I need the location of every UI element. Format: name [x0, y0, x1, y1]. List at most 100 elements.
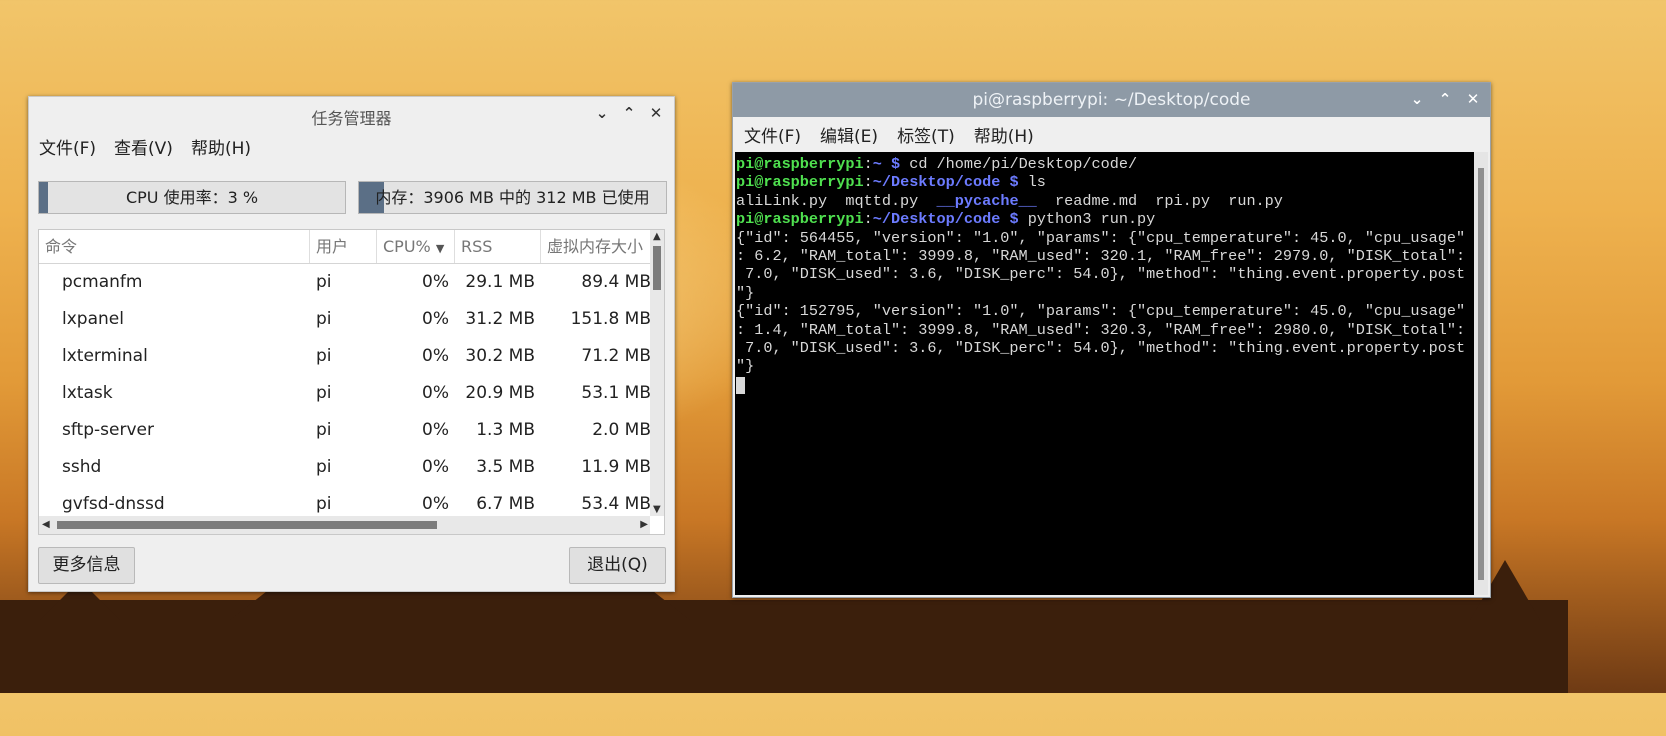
scroll-up-icon[interactable]: ▲ — [653, 231, 661, 242]
column-header-cpu[interactable]: CPU% ▼ — [377, 230, 455, 263]
process-command: lxterminal — [62, 346, 148, 366]
prompt-user: pi@raspberrypi — [736, 210, 864, 229]
prompt-command: python3 run.py — [1027, 210, 1156, 229]
prompt-symbol: $ — [881, 155, 910, 173]
scroll-down-icon[interactable]: ▼ — [653, 504, 661, 515]
process-vsz: 11.9 MB — [581, 457, 651, 477]
minimize-icon[interactable]: ⌄ — [592, 103, 612, 123]
prompt-command: cd /home/pi/Desktop/code/ — [909, 155, 1138, 173]
prompt-separator: : — [863, 173, 873, 192]
process-rss: 30.2 MB — [465, 346, 535, 366]
prompt-path: ~/Desktop/code — [872, 210, 1001, 229]
process-user: pi — [316, 383, 332, 403]
prompt-separator: : — [863, 155, 873, 173]
process-command: sftp-server — [62, 420, 154, 440]
process-user: pi — [316, 346, 332, 366]
terminal-line: pi@raspberrypi:~/Desktop/code $ python3 … — [736, 210, 1155, 228]
vertical-scrollbar[interactable]: ▲ ▼ — [650, 230, 664, 516]
process-vsz: 71.2 MB — [581, 346, 651, 366]
table-row[interactable]: lxtask pi 0% 20.9 MB 53.1 MB — [39, 375, 664, 412]
menu-help[interactable]: 帮助(H) — [974, 122, 1034, 147]
column-header-command[interactable]: 命令 — [39, 230, 310, 263]
memory-usage-bar: 内存：3906 MB 中的 312 MB 已使用 — [358, 181, 667, 214]
table-row[interactable]: lxterminal pi 0% 30.2 MB 71.2 MB — [39, 338, 664, 375]
vertical-scroll-thumb[interactable] — [653, 246, 661, 290]
process-vsz: 151.8 MB — [570, 309, 651, 329]
terminal-line: "} — [736, 357, 755, 376]
prompt-path: ~ — [872, 155, 882, 173]
terminal-line: {"id": 564455, "version": "1.0", "params… — [736, 228, 1466, 247]
close-icon[interactable]: ✕ — [646, 103, 666, 123]
process-vsz: 2.0 MB — [592, 420, 651, 440]
process-command: sshd — [62, 457, 102, 477]
terminal-line: pi@raspberrypi:~/Desktop/code $ ls — [736, 173, 1046, 191]
process-user: pi — [316, 272, 332, 292]
process-vsz: 89.4 MB — [581, 272, 651, 292]
table-row[interactable]: pcmanfm pi 0% 29.1 MB 89.4 MB — [39, 264, 664, 301]
terminal-line: : 6.2, "RAM_total": 3999.8, "RAM_used": … — [736, 247, 1466, 266]
menu-view[interactable]: 查看(V) — [114, 134, 173, 159]
cpu-usage-label: CPU 使用率：3 % — [125, 188, 259, 207]
menu-file[interactable]: 文件(F) — [744, 122, 801, 147]
terminal-scroll-thumb[interactable] — [1478, 168, 1484, 580]
table-row[interactable]: sshd pi 0% 3.5 MB 11.9 MB — [39, 449, 664, 486]
scroll-right-icon[interactable]: ▶ — [640, 519, 648, 530]
menu-tabs[interactable]: 标签(T) — [897, 122, 955, 147]
column-header-rss[interactable]: RSS — [455, 230, 541, 263]
prompt-user: pi@raspberrypi — [736, 155, 864, 173]
process-command: pcmanfm — [62, 272, 143, 292]
ls-entry: rpi.py — [1155, 191, 1210, 210]
process-command: lxpanel — [62, 309, 124, 329]
menu-help[interactable]: 帮助(H) — [191, 134, 251, 159]
terminal-line: {"id": 152795, "version": "1.0", "params… — [736, 302, 1466, 321]
terminal-line: "} — [736, 283, 755, 302]
quit-button[interactable]: 退出(Q) — [569, 547, 666, 584]
maximize-icon[interactable]: ⌃ — [619, 103, 639, 123]
process-cpu: 0% — [422, 383, 449, 403]
process-user: pi — [316, 420, 332, 440]
cpu-usage-bar: CPU 使用率：3 % — [38, 181, 346, 214]
more-info-button[interactable]: 更多信息 — [38, 547, 135, 584]
prompt-path: ~/Desktop/code — [872, 173, 1001, 192]
scroll-left-icon[interactable]: ◀ — [42, 519, 50, 530]
close-icon[interactable]: ✕ — [1463, 89, 1483, 109]
menu-edit[interactable]: 编辑(E) — [820, 122, 878, 147]
process-cpu: 0% — [422, 457, 449, 477]
horizontal-scroll-thumb[interactable] — [57, 521, 437, 529]
terminal-line: 7.0, "DISK_used": 3.6, "DISK_perc": 54.0… — [736, 339, 1466, 358]
cpu-usage-fill — [39, 182, 49, 213]
process-table: 命令 用户 CPU% ▼ RSS 虚拟内存大小 pcmanfm pi 0% 29.1 … — [38, 229, 665, 535]
table-row[interactable]: lxpanel pi 0% 31.2 MB 151.8 MB — [39, 301, 664, 338]
column-header-user[interactable]: 用户 — [310, 230, 377, 263]
minimize-icon[interactable]: ⌄ — [1407, 89, 1427, 109]
terminal-line: pi@raspberrypi:~ $ cd /home/pi/Desktop/c… — [736, 155, 1137, 173]
terminal-line: aliLink.py mqttd.py __pycache__ readme.m… — [736, 192, 1283, 210]
horizontal-scrollbar[interactable]: ◀ ▶ — [39, 516, 650, 534]
ls-entry: __pycache__ — [936, 191, 1037, 210]
prompt-symbol: $ — [1000, 210, 1028, 229]
process-user: pi — [316, 457, 332, 477]
process-rss: 3.5 MB — [476, 457, 535, 477]
ls-entry: aliLink.py — [736, 191, 828, 210]
memory-usage-label: 内存：3906 MB 中的 312 MB 已使用 — [375, 188, 650, 207]
title-bar[interactable]: 任务管理器 ⌄ ⌃ ✕ — [29, 97, 674, 131]
prompt-command: ls — [1027, 173, 1046, 192]
ls-entry: mqttd.py — [845, 191, 919, 210]
title-bar[interactable]: pi@raspberrypi: ~/Desktop/code ⌄ ⌃ ✕ — [733, 83, 1490, 117]
prompt-separator: : — [863, 210, 873, 229]
terminal-line: 7.0, "DISK_used": 3.6, "DISK_perc": 54.0… — [736, 265, 1466, 284]
process-command: lxtask — [62, 383, 113, 403]
menu-file[interactable]: 文件(F) — [39, 134, 96, 159]
maximize-icon[interactable]: ⌃ — [1435, 89, 1455, 109]
terminal-scrollbar[interactable] — [1474, 152, 1488, 595]
window-title: 任务管理器 — [311, 109, 392, 128]
process-cpu: 0% — [422, 309, 449, 329]
prompt-symbol: $ — [1000, 173, 1028, 192]
window-title: pi@raspberrypi: ~/Desktop/code — [972, 90, 1251, 110]
ls-entry: readme.md — [1055, 191, 1138, 210]
column-header-vsz[interactable]: 虚拟内存大小 — [541, 230, 661, 263]
process-list: pcmanfm pi 0% 29.1 MB 89.4 MB lxpanel pi 0% 31.2… — [39, 264, 664, 523]
table-row[interactable]: sftp-server pi 0% 1.3 MB 2.0 MB — [39, 412, 664, 449]
process-cpu: 0% — [422, 420, 449, 440]
terminal-console[interactable]: pi@raspberrypi:~ $ cd /home/pi/Desktop/c… — [735, 152, 1475, 595]
